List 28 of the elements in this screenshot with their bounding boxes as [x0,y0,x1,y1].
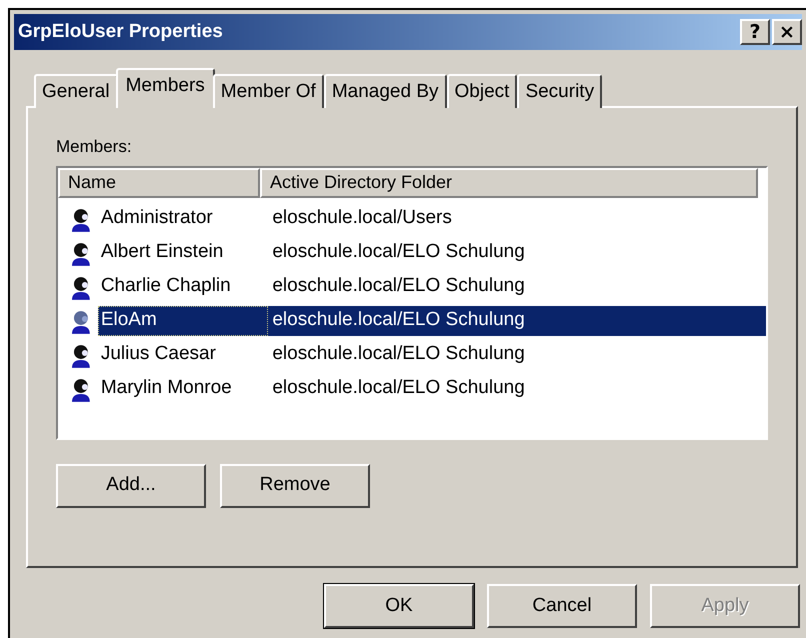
tab[interactable]: General [34,74,118,108]
column-header[interactable]: Name [58,168,260,198]
member-name[interactable]: EloAm [98,306,268,336]
members-label: Members: [56,136,133,158]
cancel-button[interactable]: Cancel [487,584,637,628]
tab[interactable]: Managed By [324,74,447,108]
tab[interactable]: Security [517,74,602,108]
folder-cell-text: eloschule.local/ELO Schulung [271,240,526,264]
close-button[interactable]: × [772,19,802,45]
column-header[interactable]: Active Directory Folder [260,168,758,198]
member-name[interactable]: Albert Einstein [98,238,268,268]
help-button[interactable]: ? [740,19,770,45]
tab[interactable]: Member Of [212,74,324,108]
member-name[interactable]: Julius Caesar [98,340,268,370]
remove-button[interactable]: Remove [220,464,370,508]
folder-cell: eloschule.local/ELO Schulung [268,306,766,336]
member-name[interactable]: Marylin Monroe [98,374,268,404]
ok-button[interactable]: OK [324,584,474,628]
folder-cell-text: eloschule.local/ELO Schulung [271,342,526,366]
add-button[interactable]: Add... [56,464,206,508]
member-name[interactable]: Administrator [98,204,268,234]
tab[interactable]: Members [116,68,215,108]
tab[interactable]: Object [446,74,518,108]
window-title: GrpEloUser Properties [18,20,224,44]
folder-cell-text: eloschule.local/ELO Schulung [271,274,526,298]
member-name[interactable]: Charlie Chaplin [98,272,268,302]
folder-cell-text: eloschule.local/ELO Schulung [271,376,526,400]
folder-cell-text: eloschule.local/Users [271,206,453,230]
